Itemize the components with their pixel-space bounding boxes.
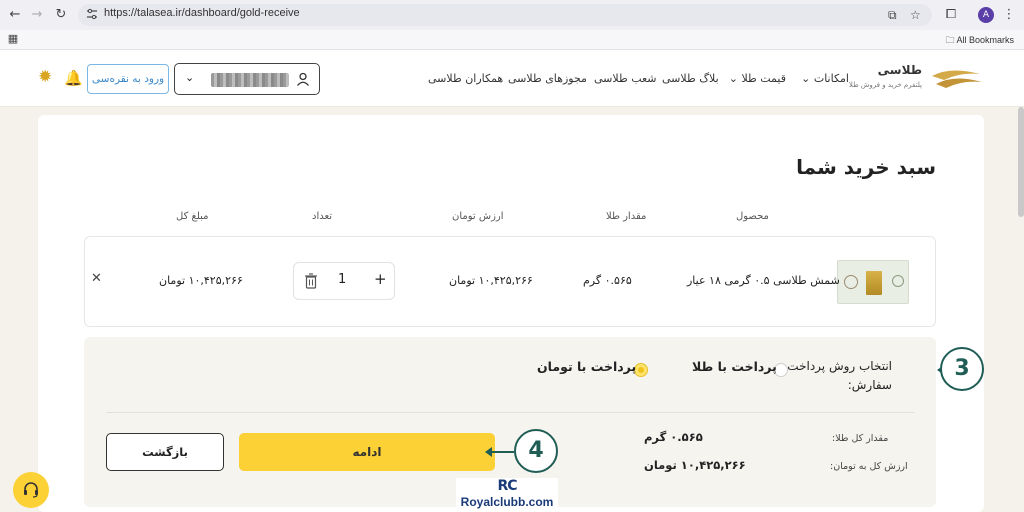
item-gold-amount: ۰.۵۶۵ گرم	[583, 274, 632, 287]
back-arrow-icon[interactable]: ←	[6, 6, 24, 24]
continue-button[interactable]: ادامه	[239, 433, 495, 471]
watermark: RC Royalclubb.com	[456, 478, 558, 512]
nav-branches[interactable]: شعب طلاسی	[594, 72, 657, 85]
annotation-4-arrow	[485, 447, 514, 457]
option-pay-with-toman[interactable]: پرداخت با تومان	[537, 359, 636, 374]
theme-toggle-sun-icon[interactable]: ✹	[38, 67, 52, 87]
product-image	[837, 260, 909, 304]
nav-gold-price[interactable]: قیمت طلا ⌄	[726, 72, 786, 85]
site-info-icon[interactable]	[86, 8, 98, 20]
apps-grid-icon[interactable]: ▦	[4, 30, 22, 48]
bookmark-star-icon[interactable]: ☆	[910, 8, 921, 22]
menu-dots-icon[interactable]: ⋮	[1000, 6, 1018, 24]
payment-method-title: انتخاب روش پرداخت سفارش:	[787, 359, 892, 392]
support-chat-button[interactable]	[13, 472, 49, 508]
logo-title: طلاسی	[877, 63, 922, 77]
watermark-logo: RC	[497, 478, 517, 494]
column-header-gold-amount: مقدار طلا	[606, 211, 647, 222]
option-pay-with-gold[interactable]: پرداخت با طلا	[692, 359, 777, 374]
silver-login-button[interactable]: ورود به نقره‌سی	[87, 64, 169, 94]
item-total: ۱۰,۴۲۵,۲۶۶ تومان	[159, 274, 243, 287]
folder-icon: 🗀	[945, 35, 955, 45]
url-text: https://talasea.ir/dashboard/gold-receiv…	[104, 7, 300, 19]
masked-username	[211, 73, 289, 87]
plus-icon[interactable]: +	[374, 270, 387, 288]
total-gold-value: ۰.۵۶۵ گرم	[644, 430, 703, 444]
product-name: شمش طلاسی ۰.۵ گرمی ۱۸ عیار	[687, 274, 840, 287]
site-header: طلاسی پلتفرم خرید و فروش طلا امکانات ⌄ ق…	[0, 50, 1024, 107]
extensions-icon[interactable]: ⧠	[942, 6, 960, 24]
page-title: سبد خرید شما	[796, 155, 936, 179]
profile-avatar[interactable]: A	[978, 7, 994, 23]
user-icon	[297, 72, 309, 86]
total-toman-label: ارزش کل به تومان:	[830, 461, 908, 472]
cart-item-row: شمش طلاسی ۰.۵ گرمی ۱۸ عیار ۰.۵۶۵ گرم ۱۰,…	[84, 236, 936, 327]
total-toman-value: ۱۰,۴۲۵,۲۶۶ تومان	[644, 458, 746, 472]
nav-blog[interactable]: بلاگ طلاسی	[662, 72, 719, 85]
logo-subtitle: پلتفرم خرید و فروش طلا	[848, 81, 922, 89]
page-scrollbar[interactable]	[1018, 107, 1024, 217]
trash-icon[interactable]	[304, 273, 318, 289]
headset-icon	[24, 482, 38, 498]
column-header-product: محصول	[736, 211, 769, 222]
annotation-step-3: 3	[940, 347, 984, 391]
chevron-down-icon: ⌄	[728, 72, 738, 85]
forward-arrow-icon[interactable]: →	[28, 6, 46, 24]
back-button[interactable]: بازگشت	[106, 433, 224, 471]
browser-toolbar: ← → ↻ https://talasea.ir/dashboard/gold-…	[0, 0, 1024, 30]
logo-mark-icon[interactable]	[930, 66, 984, 92]
divider	[106, 412, 914, 413]
chevron-down-icon: ⌄	[801, 72, 811, 85]
nav-features[interactable]: امکانات ⌄	[797, 72, 849, 85]
nav-licenses[interactable]: مجوزهای طلاسی	[508, 72, 587, 85]
account-dropdown[interactable]: ⌄	[174, 63, 320, 95]
address-bar[interactable]: https://talasea.ir/dashboard/gold-receiv…	[78, 4, 932, 26]
column-header-quantity: تعداد	[312, 211, 333, 222]
all-bookmarks-link[interactable]: 🗀 All Bookmarks	[945, 33, 1014, 49]
total-gold-label: مقدار کل طلا:	[832, 433, 889, 444]
annotation-step-4: 4	[514, 429, 558, 473]
chevron-down-icon: ⌄	[185, 71, 195, 84]
bookmarks-bar: ▦ 🗀 All Bookmarks	[0, 30, 1024, 50]
reload-icon[interactable]: ↻	[52, 6, 70, 24]
nav-partners[interactable]: همکاران طلاسی	[428, 72, 503, 85]
remove-item-close-icon[interactable]: ✕	[91, 271, 102, 286]
notification-bell-icon[interactable]: 🔔	[64, 69, 83, 87]
quantity-stepper: 1 +	[293, 262, 395, 300]
column-header-toman-value: ارزش تومان	[452, 211, 504, 222]
item-toman-value: ۱۰,۴۲۵,۲۶۶ تومان	[449, 274, 533, 287]
install-app-icon[interactable]: ⧉	[888, 8, 897, 23]
quantity-value: 1	[338, 272, 347, 287]
column-header-total: مبلغ کل	[176, 211, 209, 222]
watermark-text: Royalclubb.com	[460, 495, 554, 509]
